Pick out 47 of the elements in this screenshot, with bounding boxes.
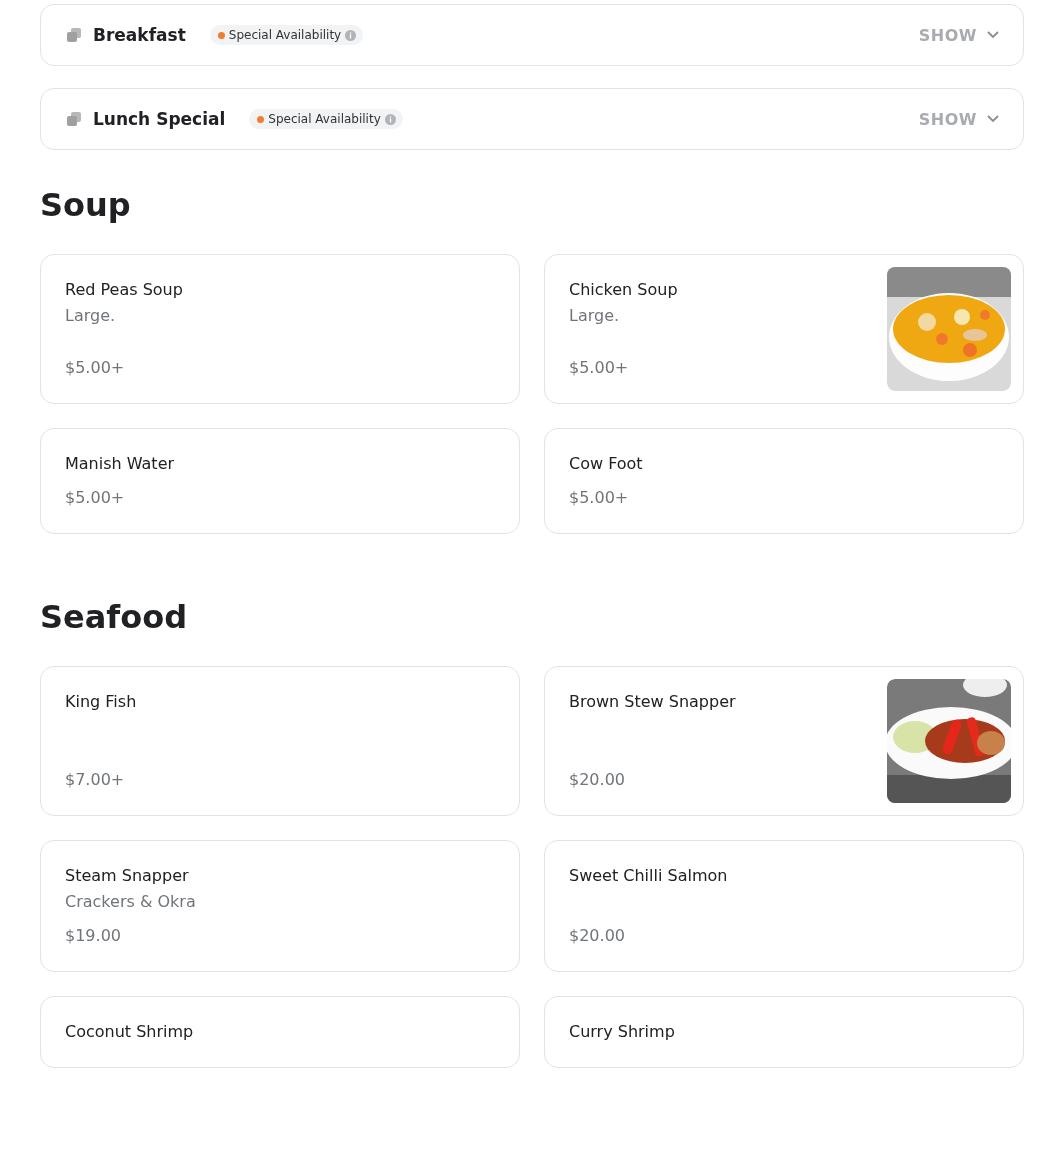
info-icon bbox=[384, 113, 396, 125]
menu-item-card[interactable]: Coconut Shrimp bbox=[40, 996, 520, 1068]
item-description: Large. bbox=[569, 305, 621, 327]
copy-icon bbox=[67, 112, 81, 126]
availability-badge[interactable]: Special Availability bbox=[209, 25, 364, 45]
menu-item-card[interactable]: Curry Shrimp bbox=[544, 996, 1024, 1068]
item-price: $19.00 bbox=[65, 925, 122, 947]
menu-item-card[interactable]: Steam Snapper Crackers & Okra $19.00 bbox=[40, 840, 520, 972]
menu-title: Breakfast bbox=[93, 25, 186, 45]
menu-item-card[interactable]: Chicken Soup Large. $5.00+ bbox=[544, 254, 1024, 404]
menu-item-card[interactable]: King Fish $7.00+ bbox=[40, 666, 520, 816]
menu-item-card[interactable]: Cow Foot $5.00+ bbox=[544, 428, 1024, 534]
item-description: Large. bbox=[65, 305, 117, 327]
item-price: $7.00+ bbox=[65, 769, 126, 791]
badge-label: Special Availability bbox=[228, 28, 342, 42]
item-price: $5.00+ bbox=[569, 357, 630, 379]
menu-item-card[interactable]: Brown Stew Snapper $20.00 bbox=[544, 666, 1024, 816]
badge-label: Special Availability bbox=[268, 112, 381, 126]
status-dot bbox=[217, 31, 225, 39]
item-name: Manish Water bbox=[65, 453, 176, 475]
section-heading: Seafood bbox=[40, 598, 189, 636]
item-description: Crackers & Okra bbox=[65, 891, 197, 913]
item-name: Coconut Shrimp bbox=[65, 1021, 195, 1043]
menu-item-card[interactable]: Red Peas Soup Large. $5.00+ bbox=[40, 254, 520, 404]
item-name: Curry Shrimp bbox=[569, 1021, 676, 1043]
availability-badge[interactable]: Special Availability bbox=[249, 109, 403, 129]
info-icon bbox=[345, 29, 357, 41]
copy-icon bbox=[67, 28, 81, 42]
menu-title: Lunch Special bbox=[93, 109, 226, 129]
item-price: $5.00+ bbox=[65, 487, 126, 509]
item-name: King Fish bbox=[65, 691, 138, 713]
menu-item-card[interactable]: Manish Water $5.00+ bbox=[40, 428, 520, 534]
item-price: $20.00 bbox=[569, 769, 626, 791]
item-name: Red Peas Soup bbox=[65, 279, 184, 301]
item-price: $5.00+ bbox=[569, 487, 630, 509]
chevron-icon bbox=[987, 31, 999, 39]
item-name: Sweet Chilli Salmon bbox=[569, 865, 729, 887]
chevron-icon bbox=[987, 115, 999, 123]
item-name: Brown Stew Snapper bbox=[569, 691, 737, 713]
menu-item-card[interactable]: Sweet Chilli Salmon $20.00 bbox=[544, 840, 1024, 972]
item-name: Steam Snapper bbox=[65, 865, 190, 887]
section-heading: Soup bbox=[40, 186, 132, 224]
item-name: Cow Foot bbox=[569, 453, 644, 475]
status-dot bbox=[257, 115, 265, 123]
item-name: Chicken Soup bbox=[569, 279, 679, 301]
item-price: $5.00+ bbox=[65, 357, 126, 379]
item-price: $20.00 bbox=[569, 925, 626, 947]
